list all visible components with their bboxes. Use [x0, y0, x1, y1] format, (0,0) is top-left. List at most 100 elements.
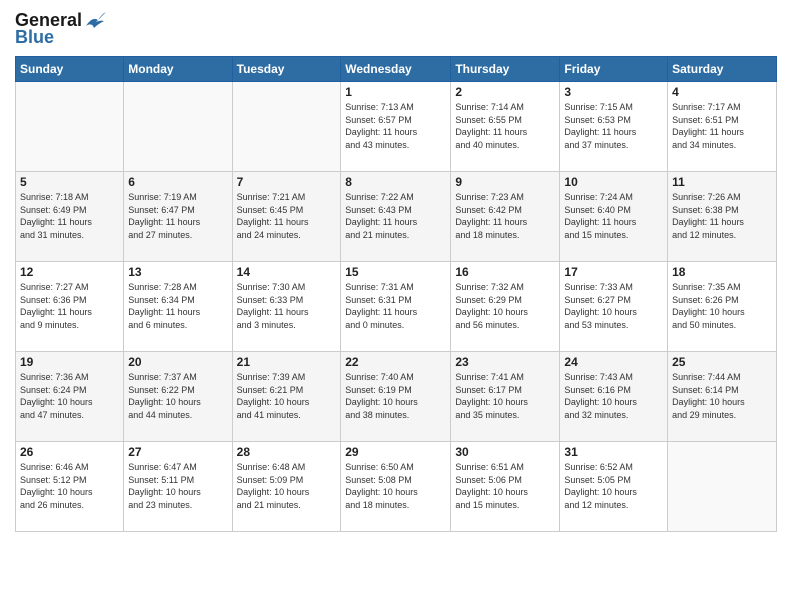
calendar-cell: 10 Sunrise: 7:24 AM Sunset: 6:40 PM Dayli…	[560, 172, 668, 262]
calendar-cell: 16 Sunrise: 7:32 AM Sunset: 6:29 PM Dayli…	[451, 262, 560, 352]
logo-blue-text: Blue	[15, 27, 54, 48]
day-number: 27	[128, 445, 227, 459]
calendar-week-row: 12 Sunrise: 7:27 AM Sunset: 6:36 PM Dayli…	[16, 262, 777, 352]
day-number: 21	[237, 355, 337, 369]
day-number: 17	[564, 265, 663, 279]
calendar-cell	[16, 82, 124, 172]
day-info: Sunrise: 7:28 AM Sunset: 6:34 PM Dayligh…	[128, 281, 227, 331]
day-info: Sunrise: 7:31 AM Sunset: 6:31 PM Dayligh…	[345, 281, 446, 331]
day-info: Sunrise: 7:27 AM Sunset: 6:36 PM Dayligh…	[20, 281, 119, 331]
day-of-week-header: Saturday	[668, 57, 777, 82]
calendar-cell: 8Sunrise: 7:22 AM Sunset: 6:43 PM Daylig…	[341, 172, 451, 262]
calendar-cell: 26 Sunrise: 6:46 AM Sunset: 5:12 PM Dayli…	[16, 442, 124, 532]
day-info: Sunrise: 7:30 AM Sunset: 6:33 PM Dayligh…	[237, 281, 337, 331]
day-number: 14	[237, 265, 337, 279]
day-info: Sunrise: 6:50 AM Sunset: 5:08 PM Dayligh…	[345, 461, 446, 511]
calendar-cell: 2 Sunrise: 7:14 AM Sunset: 6:55 PM Daylig…	[451, 82, 560, 172]
calendar-cell: 9Sunrise: 7:23 AM Sunset: 6:42 PM Daylig…	[451, 172, 560, 262]
calendar-cell: 13Sunrise: 7:28 AM Sunset: 6:34 PM Dayli…	[124, 262, 232, 352]
day-info: Sunrise: 7:24 AM Sunset: 6:40 PM Dayligh…	[564, 191, 663, 241]
calendar-table: SundayMondayTuesdayWednesdayThursdayFrid…	[15, 56, 777, 532]
day-number: 5	[20, 175, 119, 189]
day-number: 25	[672, 355, 772, 369]
calendar-cell: 20 Sunrise: 7:37 AM Sunset: 6:22 PM Dayli…	[124, 352, 232, 442]
calendar-cell: 17 Sunrise: 7:33 AM Sunset: 6:27 PM Dayli…	[560, 262, 668, 352]
day-number: 4	[672, 85, 772, 99]
header: General Blue	[15, 10, 777, 48]
calendar-cell: 27Sunrise: 6:47 AM Sunset: 5:11 PM Dayli…	[124, 442, 232, 532]
day-info: Sunrise: 7:39 AM Sunset: 6:21 PM Dayligh…	[237, 371, 337, 421]
calendar-week-row: 19 Sunrise: 7:36 AM Sunset: 6:24 PM Dayli…	[16, 352, 777, 442]
day-number: 16	[455, 265, 555, 279]
day-number: 15	[345, 265, 446, 279]
day-number: 18	[672, 265, 772, 279]
calendar-header-row: SundayMondayTuesdayWednesdayThursdayFrid…	[16, 57, 777, 82]
day-number: 23	[455, 355, 555, 369]
calendar-cell: 15 Sunrise: 7:31 AM Sunset: 6:31 PM Dayli…	[341, 262, 451, 352]
day-of-week-header: Tuesday	[232, 57, 341, 82]
calendar-cell: 28 Sunrise: 6:48 AM Sunset: 5:09 PM Dayli…	[232, 442, 341, 532]
calendar-week-row: 5Sunrise: 7:18 AM Sunset: 6:49 PM Daylig…	[16, 172, 777, 262]
day-number: 29	[345, 445, 446, 459]
day-info: Sunrise: 7:17 AM Sunset: 6:51 PM Dayligh…	[672, 101, 772, 151]
day-info: Sunrise: 7:19 AM Sunset: 6:47 PM Dayligh…	[128, 191, 227, 241]
day-info: Sunrise: 7:14 AM Sunset: 6:55 PM Dayligh…	[455, 101, 555, 151]
day-info: Sunrise: 7:35 AM Sunset: 6:26 PM Dayligh…	[672, 281, 772, 331]
calendar-cell	[232, 82, 341, 172]
logo-bird-icon	[84, 12, 106, 30]
day-info: Sunrise: 7:23 AM Sunset: 6:42 PM Dayligh…	[455, 191, 555, 241]
day-number: 10	[564, 175, 663, 189]
day-info: Sunrise: 7:41 AM Sunset: 6:17 PM Dayligh…	[455, 371, 555, 421]
day-info: Sunrise: 7:36 AM Sunset: 6:24 PM Dayligh…	[20, 371, 119, 421]
day-info: Sunrise: 7:21 AM Sunset: 6:45 PM Dayligh…	[237, 191, 337, 241]
day-number: 12	[20, 265, 119, 279]
day-of-week-header: Friday	[560, 57, 668, 82]
calendar-cell: 11 Sunrise: 7:26 AM Sunset: 6:38 PM Dayli…	[668, 172, 777, 262]
day-info: Sunrise: 7:43 AM Sunset: 6:16 PM Dayligh…	[564, 371, 663, 421]
calendar-week-row: 1Sunrise: 7:13 AM Sunset: 6:57 PM Daylig…	[16, 82, 777, 172]
calendar-cell: 14 Sunrise: 7:30 AM Sunset: 6:33 PM Dayli…	[232, 262, 341, 352]
day-of-week-header: Thursday	[451, 57, 560, 82]
calendar-cell: 23 Sunrise: 7:41 AM Sunset: 6:17 PM Dayli…	[451, 352, 560, 442]
day-info: Sunrise: 7:44 AM Sunset: 6:14 PM Dayligh…	[672, 371, 772, 421]
day-number: 22	[345, 355, 446, 369]
calendar-cell: 29 Sunrise: 6:50 AM Sunset: 5:08 PM Dayli…	[341, 442, 451, 532]
day-number: 3	[564, 85, 663, 99]
day-of-week-header: Sunday	[16, 57, 124, 82]
calendar-cell: 7Sunrise: 7:21 AM Sunset: 6:45 PM Daylig…	[232, 172, 341, 262]
day-number: 20	[128, 355, 227, 369]
day-number: 19	[20, 355, 119, 369]
calendar-cell: 3 Sunrise: 7:15 AM Sunset: 6:53 PM Daylig…	[560, 82, 668, 172]
day-info: Sunrise: 7:40 AM Sunset: 6:19 PM Dayligh…	[345, 371, 446, 421]
calendar-cell: 25 Sunrise: 7:44 AM Sunset: 6:14 PM Dayli…	[668, 352, 777, 442]
day-number: 24	[564, 355, 663, 369]
day-number: 31	[564, 445, 663, 459]
calendar-cell: 24 Sunrise: 7:43 AM Sunset: 6:16 PM Dayli…	[560, 352, 668, 442]
calendar-cell: 1Sunrise: 7:13 AM Sunset: 6:57 PM Daylig…	[341, 82, 451, 172]
calendar-cell: 5Sunrise: 7:18 AM Sunset: 6:49 PM Daylig…	[16, 172, 124, 262]
calendar-cell: 31Sunrise: 6:52 AM Sunset: 5:05 PM Dayli…	[560, 442, 668, 532]
day-number: 30	[455, 445, 555, 459]
day-info: Sunrise: 6:51 AM Sunset: 5:06 PM Dayligh…	[455, 461, 555, 511]
day-number: 2	[455, 85, 555, 99]
day-info: Sunrise: 6:46 AM Sunset: 5:12 PM Dayligh…	[20, 461, 119, 511]
calendar-cell	[668, 442, 777, 532]
day-info: Sunrise: 7:15 AM Sunset: 6:53 PM Dayligh…	[564, 101, 663, 151]
day-info: Sunrise: 7:37 AM Sunset: 6:22 PM Dayligh…	[128, 371, 227, 421]
calendar-cell: 12 Sunrise: 7:27 AM Sunset: 6:36 PM Dayli…	[16, 262, 124, 352]
day-info: Sunrise: 7:33 AM Sunset: 6:27 PM Dayligh…	[564, 281, 663, 331]
day-info: Sunrise: 7:26 AM Sunset: 6:38 PM Dayligh…	[672, 191, 772, 241]
day-info: Sunrise: 6:48 AM Sunset: 5:09 PM Dayligh…	[237, 461, 337, 511]
day-number: 26	[20, 445, 119, 459]
day-number: 28	[237, 445, 337, 459]
calendar-cell: 6Sunrise: 7:19 AM Sunset: 6:47 PM Daylig…	[124, 172, 232, 262]
day-of-week-header: Monday	[124, 57, 232, 82]
calendar-cell: 30 Sunrise: 6:51 AM Sunset: 5:06 PM Dayli…	[451, 442, 560, 532]
calendar-cell: 21 Sunrise: 7:39 AM Sunset: 6:21 PM Dayli…	[232, 352, 341, 442]
day-number: 11	[672, 175, 772, 189]
calendar-cell: 4 Sunrise: 7:17 AM Sunset: 6:51 PM Daylig…	[668, 82, 777, 172]
day-info: Sunrise: 7:22 AM Sunset: 6:43 PM Dayligh…	[345, 191, 446, 241]
day-info: Sunrise: 7:32 AM Sunset: 6:29 PM Dayligh…	[455, 281, 555, 331]
day-of-week-header: Wednesday	[341, 57, 451, 82]
calendar-cell: 22 Sunrise: 7:40 AM Sunset: 6:19 PM Dayli…	[341, 352, 451, 442]
